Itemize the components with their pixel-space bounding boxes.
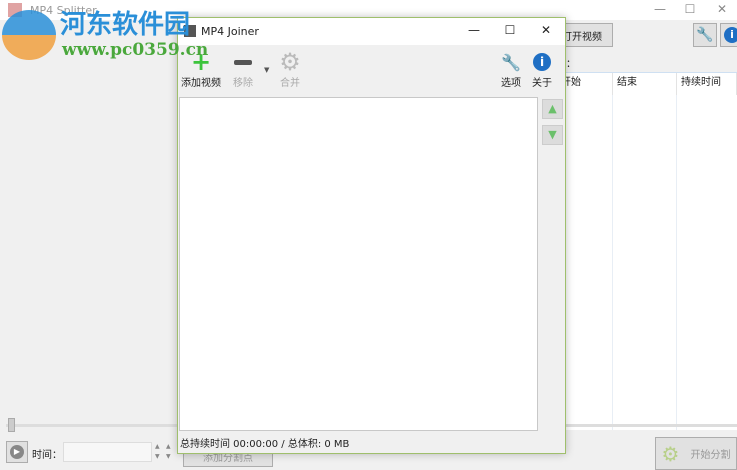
joiner-title-bar: MP4 Joiner — ☐ ✕	[178, 18, 565, 45]
open-video-label: 打开视频	[562, 31, 602, 43]
video-list[interactable]	[179, 97, 538, 431]
joiner-maximize-button[interactable]: ☐	[500, 23, 520, 39]
play-button[interactable]: ▶	[6, 441, 28, 463]
joiner-window: MP4 Joiner — ☐ ✕ + 添加视频 移除 ▼ ⚙ 合并 🔧 选项 i 关于 …	[177, 17, 566, 454]
status-bar: 总持续时间 00:00:00 / 总体积: 0 MB	[180, 439, 350, 450]
wrench-icon: 🔧	[696, 27, 714, 43]
close-button[interactable]: ✕	[712, 2, 732, 18]
watermark-url: www.pc0359.cn	[62, 40, 209, 60]
remove-button[interactable]: 移除	[220, 50, 266, 89]
about-label: 关于	[532, 78, 552, 89]
joiner-close-button[interactable]: ✕	[536, 23, 556, 39]
move-down-button[interactable]: ▼	[542, 125, 563, 145]
gear-icon: ⚙	[279, 48, 301, 76]
joiner-minimize-button[interactable]: —	[464, 23, 484, 39]
arrow-down-icon: ▼	[548, 128, 557, 141]
watermark-name: 河东软件园	[60, 10, 191, 40]
gear-icon: ⚙	[661, 441, 680, 466]
settings-button[interactable]: 🔧	[693, 23, 717, 47]
table-column	[565, 95, 613, 430]
segments-table[interactable]: 开始 结束 持续时间	[561, 72, 737, 430]
merge-label: 合并	[280, 78, 300, 89]
start-split-button[interactable]: ⚙ 开始分割	[655, 437, 737, 470]
add-video-label: 添加视频	[181, 78, 221, 89]
table-column	[613, 95, 677, 430]
column-header-end[interactable]: 结束	[613, 73, 677, 95]
column-header-duration[interactable]: 持续时间	[677, 73, 737, 95]
slider-thumb[interactable]	[8, 418, 15, 432]
time-spinner[interactable]: ▲ ▼	[155, 442, 164, 462]
options-label: 选项	[501, 78, 521, 89]
joiner-title: MP4 Joiner	[201, 25, 259, 38]
info-icon: i	[724, 27, 737, 43]
about-button[interactable]: i	[720, 23, 737, 47]
move-up-button[interactable]: ▲	[542, 99, 563, 119]
merge-button[interactable]: ⚙ 合并	[267, 48, 313, 89]
time-label: 时间：	[32, 450, 62, 461]
minimize-button[interactable]: —	[650, 2, 670, 18]
start-split-label: 开始分割	[690, 450, 731, 461]
play-icon: ▶	[10, 445, 24, 459]
time-input[interactable]	[63, 442, 152, 462]
maximize-button[interactable]: ☐	[680, 2, 700, 18]
about-joiner-button[interactable]: i 关于	[519, 50, 565, 89]
minus-icon	[220, 50, 266, 74]
time-spinner[interactable]: ▲ ▼	[166, 442, 175, 462]
arrow-up-icon: ▲	[548, 102, 557, 115]
info-icon: i	[519, 50, 565, 74]
watermark-logo	[2, 10, 56, 60]
field-label: ：	[566, 59, 576, 70]
remove-label: 移除	[233, 78, 253, 89]
